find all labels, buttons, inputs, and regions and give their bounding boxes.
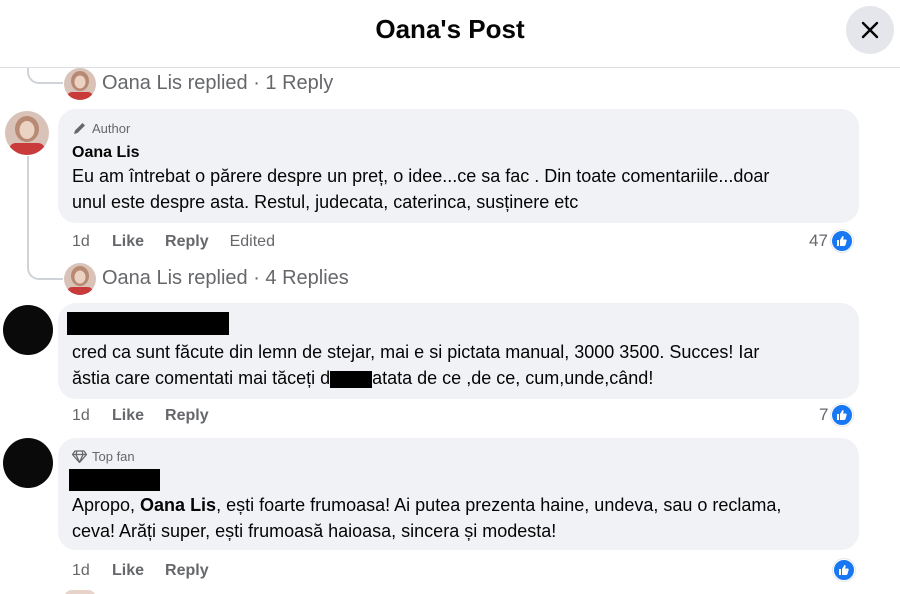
page-title: Oana's Post bbox=[375, 14, 525, 44]
timestamp[interactable]: 1d bbox=[72, 233, 112, 251]
like-reaction-icon bbox=[831, 404, 854, 426]
timestamp[interactable]: 1d bbox=[72, 562, 112, 580]
redacted-word bbox=[330, 370, 373, 388]
badge-label: Author bbox=[92, 121, 131, 136]
diamond-icon bbox=[72, 450, 87, 463]
close-icon bbox=[861, 21, 879, 39]
like-button[interactable]: Like bbox=[112, 233, 144, 251]
reply-button[interactable]: Reply bbox=[165, 562, 209, 580]
like-reaction-icon bbox=[833, 559, 855, 581]
comment-text: Apropo, Oana Lis, ești foarte frumoasa! … bbox=[72, 495, 782, 541]
edited-label: Edited bbox=[229, 233, 275, 250]
comment-bubble: Top fan Apropo, Oana Lis, ești foarte fr… bbox=[58, 438, 859, 550]
like-button[interactable]: Like bbox=[112, 407, 144, 425]
comment-text: cred ca sunt făcute din lemn de stejar, … bbox=[72, 342, 760, 388]
comment-actions: 1d Like Reply Edited bbox=[72, 233, 275, 251]
reaction-count[interactable]: 7 bbox=[819, 404, 854, 426]
timestamp[interactable]: 1d bbox=[72, 407, 112, 425]
avatar[interactable] bbox=[5, 111, 49, 155]
avatar[interactable] bbox=[64, 263, 96, 295]
like-button[interactable]: Like bbox=[112, 562, 144, 580]
thread-connector bbox=[27, 68, 63, 84]
reply-button[interactable]: Reply bbox=[165, 407, 209, 425]
thread-connector bbox=[27, 264, 63, 280]
top-fan-badge: Top fan bbox=[72, 449, 135, 464]
like-reaction-icon bbox=[830, 230, 853, 252]
badge-label: Top fan bbox=[92, 449, 135, 464]
close-button[interactable] bbox=[846, 6, 894, 54]
pencil-icon bbox=[74, 123, 85, 134]
redacted-author-name bbox=[69, 469, 160, 491]
reaction-count[interactable]: 47 bbox=[809, 230, 853, 252]
reply-button[interactable]: Reply bbox=[165, 233, 209, 251]
view-replies-link[interactable]: Oana Lis replied · 1 Reply bbox=[102, 72, 333, 95]
comment-actions: 1d Like Reply bbox=[72, 407, 230, 425]
post-header: Oana's Post bbox=[0, 0, 900, 68]
comment-text: Eu am întrebat o părere despre un preț, … bbox=[72, 166, 770, 212]
author-badge: Author bbox=[72, 121, 130, 136]
comment-actions: 1d Like Reply bbox=[72, 562, 230, 580]
reaction-count[interactable] bbox=[833, 559, 855, 581]
avatar[interactable] bbox=[3, 438, 53, 488]
mention-link[interactable]: Oana Lis bbox=[140, 495, 216, 515]
avatar[interactable] bbox=[64, 68, 96, 100]
redacted-author-name bbox=[67, 312, 229, 335]
comment-bubble: cred ca sunt făcute din lemn de stejar, … bbox=[58, 303, 859, 399]
view-replies-link[interactable]: Oana Lis replied · 4 Replies bbox=[102, 267, 349, 290]
thread-line bbox=[27, 156, 29, 266]
comment-bubble: Author Oana Lis Eu am întrebat o părere … bbox=[58, 109, 859, 223]
avatar[interactable] bbox=[3, 305, 53, 355]
comment-author[interactable]: Oana Lis bbox=[72, 144, 140, 162]
next-avatar-peek bbox=[64, 590, 96, 594]
